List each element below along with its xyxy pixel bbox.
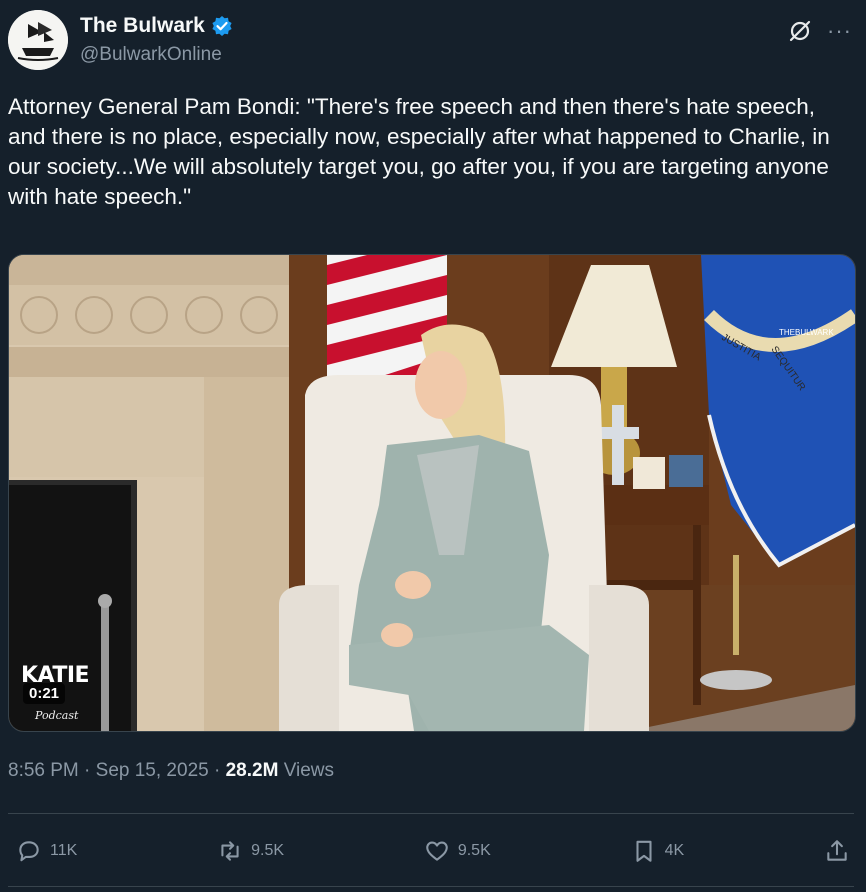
- share-button[interactable]: [824, 838, 850, 864]
- reply-icon: [19, 841, 39, 862]
- display-name[interactable]: The Bulwark: [80, 14, 205, 38]
- bookmark-count: 4K: [664, 842, 685, 859]
- like-count: 9.5K: [457, 842, 491, 859]
- action-bar: 11K 9.5K 9.5K 4K: [16, 834, 850, 868]
- views-label: Views: [283, 760, 335, 781]
- video-player[interactable]: JUSTITIA SEQUITUR THEBULWARK KATIE 0:21 …: [8, 254, 856, 732]
- podcast-watermark-sub: Podcast: [35, 709, 79, 722]
- avatar[interactable]: [8, 10, 68, 70]
- more-options-icon[interactable]: ···: [827, 20, 852, 42]
- reply-count: 11K: [50, 842, 78, 859]
- tweet-date[interactable]: Sep 15, 2025: [96, 760, 209, 781]
- grok-icon[interactable]: [787, 18, 813, 44]
- views-count[interactable]: 28.2M: [226, 760, 279, 781]
- pirate-ship-logo-icon: [8, 10, 68, 70]
- bookmark-button[interactable]: 4K: [631, 838, 685, 864]
- author-info: The Bulwark @BulwarkOnline: [80, 14, 233, 66]
- flag-text-bulwark: THEBULWARK: [779, 328, 834, 337]
- divider-bottom: [8, 886, 854, 887]
- divider: [8, 813, 854, 814]
- repost-count: 9.5K: [251, 842, 285, 859]
- tweet-time[interactable]: 8:56 PM: [8, 760, 79, 781]
- tweet-text: Attorney General Pam Bondi: "There's fre…: [8, 94, 830, 209]
- handle[interactable]: @BulwarkOnline: [80, 44, 233, 66]
- heart-icon: [426, 841, 448, 861]
- tweet-header: The Bulwark @BulwarkOnline ···: [8, 8, 852, 72]
- video-timer: 0:21: [23, 683, 66, 704]
- share-icon: [827, 840, 847, 861]
- bookmark-icon: [636, 840, 652, 862]
- verified-badge-icon: [212, 16, 232, 36]
- reply-button[interactable]: 11K: [16, 838, 77, 864]
- tweet-meta: 8:56 PM · Sep 15, 2025 · 28.2M Views: [8, 760, 335, 781]
- like-button[interactable]: 9.5K: [424, 838, 491, 864]
- repost-icon: [221, 841, 239, 861]
- repost-button[interactable]: 9.5K: [217, 838, 284, 864]
- video-thumbnail: JUSTITIA SEQUITUR THEBULWARK: [9, 255, 855, 731]
